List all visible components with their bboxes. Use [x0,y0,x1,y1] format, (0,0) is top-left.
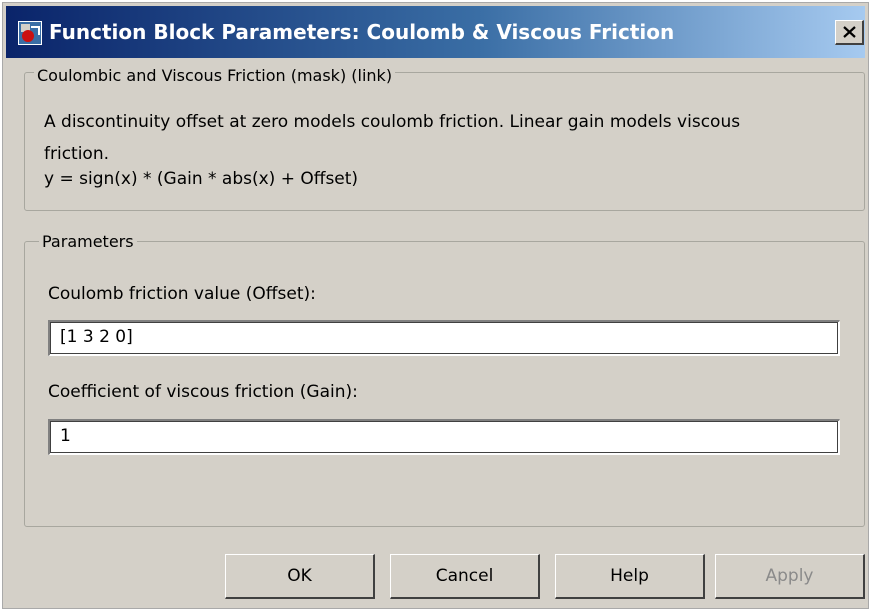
offset-input[interactable]: [1 3 2 0] [48,320,840,356]
title-bar[interactable]: Function Block Parameters: Coulomb & Vis… [6,6,865,58]
simulink-block-icon [18,21,42,45]
gain-input[interactable]: 1 [48,419,840,455]
description-line-2: friction. [44,144,110,164]
help-button[interactable]: Help [555,554,705,599]
apply-button[interactable]: Apply [715,554,865,599]
ok-button[interactable]: OK [225,554,375,599]
parameters-group-legend: Parameters [39,232,137,252]
cancel-button[interactable]: Cancel [390,554,540,599]
description-group-legend: Coulombic and Viscous Friction (mask) (l… [34,66,396,86]
description-group [24,72,865,211]
description-line-1: A discontinuity offset at zero models co… [44,112,741,132]
window-title: Function Block Parameters: Coulomb & Vis… [49,20,675,44]
dialog-window: Function Block Parameters: Coulomb & Vis… [2,2,869,609]
formula-text: y = sign(x) * (Gain * abs(x) + Offset) [44,169,359,189]
gain-label: Coefficient of viscous friction (Gain): [48,382,358,402]
offset-label: Coulomb friction value (Offset): [48,284,316,304]
close-button[interactable] [835,20,864,45]
